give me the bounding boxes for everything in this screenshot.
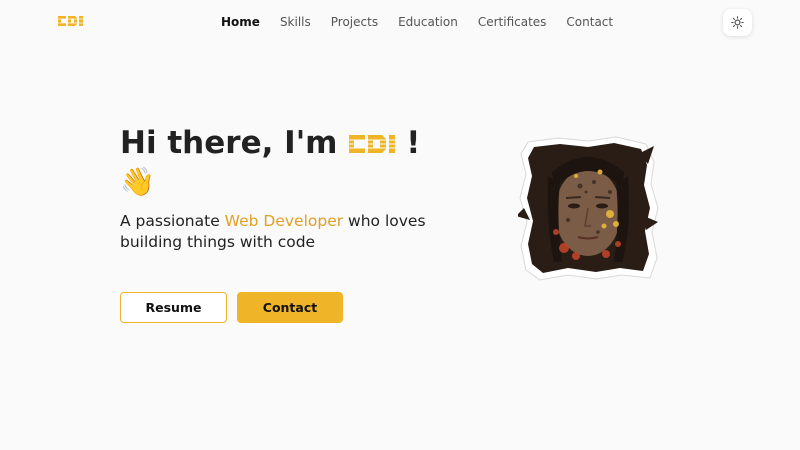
nav-skills[interactable]: Skills <box>280 14 311 30</box>
brand-logo[interactable] <box>57 13 87 29</box>
nav-certificates[interactable]: Certificates <box>478 14 547 30</box>
nav-links: Home Skills Projects Education Certifica… <box>221 14 633 30</box>
subtitle-highlight: Web Developer <box>224 212 344 230</box>
sun-icon <box>731 16 744 29</box>
greeting-suffix: ! <box>406 125 421 161</box>
nav-contact[interactable]: Contact <box>566 14 613 30</box>
profile-portrait <box>518 136 659 281</box>
greeting-prefix: Hi there, I'm <box>120 125 349 161</box>
subtitle-prefix: A passionate <box>120 212 225 230</box>
nav-home[interactable]: Home <box>221 14 260 30</box>
waving-hand-icon: 👋 <box>120 165 155 198</box>
resume-button[interactable]: Resume <box>120 292 227 323</box>
navbar: Home Skills Projects Education Certifica… <box>0 0 800 44</box>
nav-education[interactable]: Education <box>398 14 458 30</box>
contact-button[interactable]: Contact <box>237 292 343 323</box>
hero-title: Hi there, I'm ! 👋 <box>120 124 450 201</box>
theme-toggle-button[interactable] <box>723 9 752 36</box>
brand-logo-large <box>348 135 407 153</box>
hero-subtitle: A passionate Web Developer who loves bui… <box>120 211 440 253</box>
nav-projects[interactable]: Projects <box>331 14 378 30</box>
